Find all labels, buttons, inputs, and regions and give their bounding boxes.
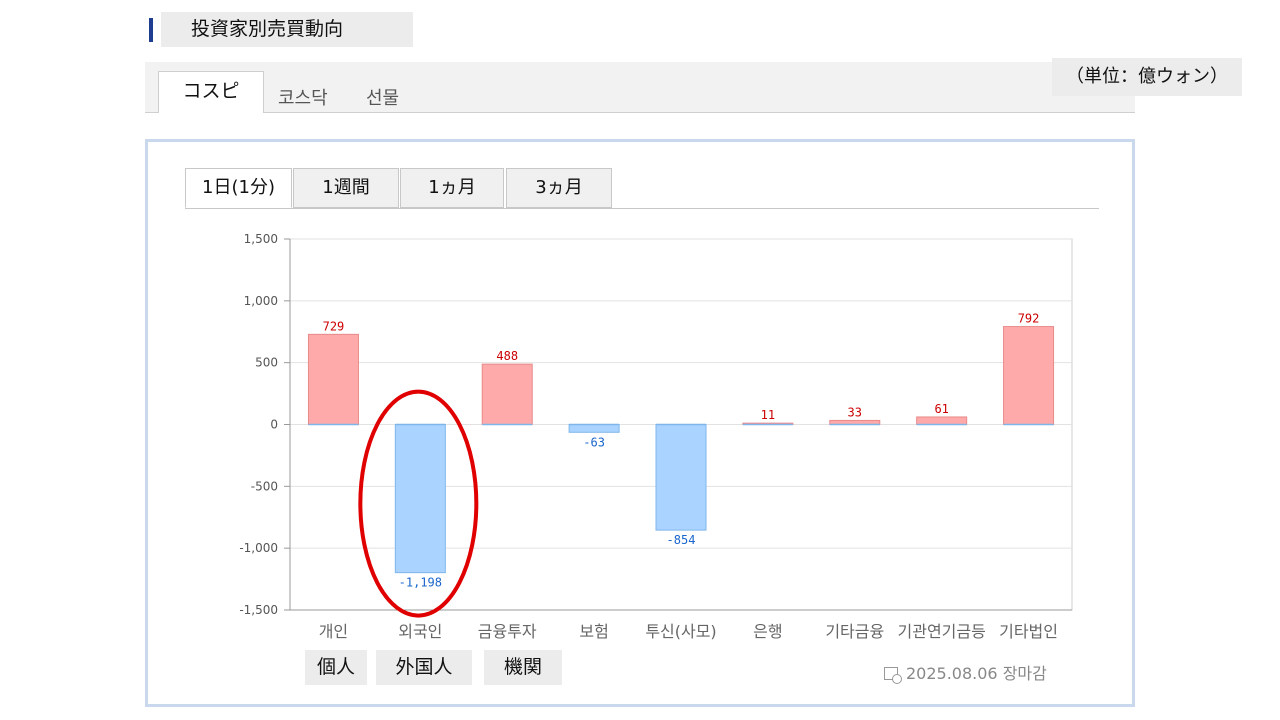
jp-label-institution: 機関: [484, 650, 562, 685]
bar: [394, 424, 446, 574]
data-label: 61: [934, 402, 948, 416]
x-tick-label: 기타금융: [825, 622, 884, 641]
y-tick-label: -1,000: [239, 541, 278, 555]
data-label: 11: [761, 408, 775, 422]
x-tick-label: 개인: [319, 622, 348, 641]
data-label: 792: [1018, 312, 1040, 326]
bar: [655, 424, 707, 531]
bar: [481, 363, 533, 425]
data-label: 33: [848, 405, 862, 419]
y-tick-label: 0: [270, 418, 278, 432]
y-tick-label: 1,000: [244, 294, 278, 308]
bar: [568, 424, 620, 433]
date-text: 2025.08.06 장마감: [906, 664, 1047, 683]
jp-label-individual: 個人: [305, 650, 367, 685]
data-label: -1,198: [399, 576, 442, 590]
x-tick-label: 투신(사모): [645, 622, 716, 641]
x-tick-label: 보험: [579, 622, 608, 641]
calendar-icon: [884, 667, 902, 684]
bar: [1003, 326, 1055, 425]
bar: [307, 333, 359, 425]
x-tick-label: 은행: [753, 622, 782, 641]
jp-label-foreign: 外国人: [376, 650, 472, 685]
data-label: -63: [583, 435, 605, 449]
data-label: 488: [496, 349, 518, 363]
y-tick-label: 500: [255, 356, 278, 370]
y-tick-label: -1,500: [239, 603, 278, 617]
x-tick-label: 기관연기금등: [898, 622, 986, 641]
x-tick-label: 외국인: [398, 622, 442, 641]
data-label: 729: [323, 319, 345, 333]
y-tick-label: -500: [251, 479, 278, 493]
date-stamp: 2025.08.06 장마감: [884, 660, 1047, 684]
investor-bar-chart: 1,500 1,000 500 0 -500 -1,000 -1,500 729 개인 -1,19…: [239, 232, 1073, 641]
y-tick-label: 1,500: [244, 232, 278, 246]
data-label: -854: [667, 533, 696, 547]
x-tick-label: 금융투자: [478, 622, 537, 641]
x-tick-label: 기타법인: [999, 622, 1058, 641]
bar: [916, 416, 968, 425]
